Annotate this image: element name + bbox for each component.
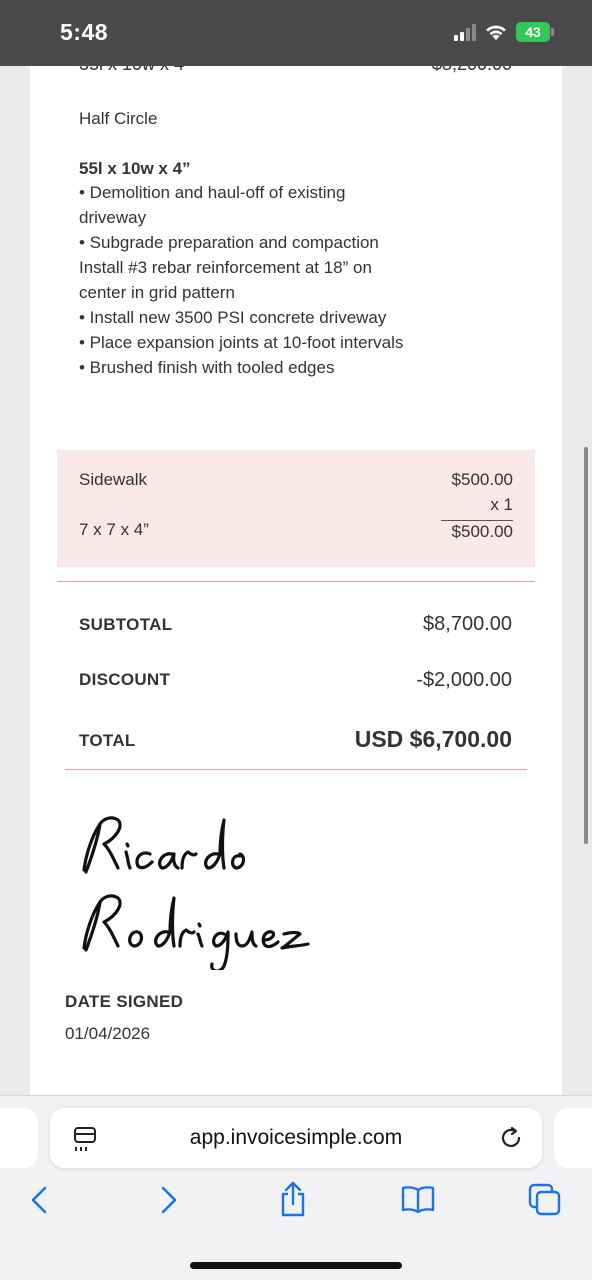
url-text[interactable]: app.invoicesimple.com — [50, 1126, 542, 1150]
back-icon[interactable] — [28, 1184, 52, 1216]
sidewalk-label: Sidewalk — [79, 470, 148, 489]
browser-toolbar — [0, 1181, 592, 1224]
total-value: USD $6,700.00 — [354, 726, 512, 752]
bookmarks-icon[interactable] — [400, 1184, 436, 1214]
home-indicator[interactable] — [190, 1262, 402, 1269]
items-divider — [57, 581, 535, 582]
browser-bottom-bar: app.invoicesimple.com — [0, 1095, 592, 1280]
next-tab-preview[interactable] — [554, 1108, 592, 1168]
wifi-icon — [486, 25, 506, 40]
total-label: TOTAL — [79, 731, 136, 750]
sidewalk-rate: $500.00 — [451, 470, 513, 489]
tabs-icon[interactable] — [527, 1182, 563, 1218]
sidewalk-quantity: x 1 — [490, 495, 513, 514]
discount-label: DISCOUNT — [79, 670, 171, 689]
status-time: 5:48 — [60, 19, 109, 45]
previous-tab-preview[interactable] — [0, 1108, 38, 1168]
forward-icon[interactable] — [156, 1184, 180, 1216]
total-divider — [65, 769, 527, 770]
subtotal-label: SUBTOTAL — [79, 615, 173, 634]
signature — [82, 816, 310, 970]
sidewalk-amount-rule — [441, 520, 513, 521]
status-icons: 43 — [454, 22, 554, 42]
address-bar[interactable]: app.invoicesimple.com — [50, 1108, 542, 1168]
item-dimensions: 55l x 10w x 4” — [79, 159, 191, 178]
sidewalk-dimensions: 7 x 7 x 4” — [79, 520, 149, 539]
share-icon[interactable] — [278, 1180, 308, 1218]
item-description: • Demolition and haul-off of existing dr… — [79, 183, 404, 377]
battery-level: 43 — [516, 22, 550, 42]
date-signed-label: DATE SIGNED — [65, 992, 184, 1011]
cellular-signal-icon — [454, 23, 476, 41]
sidewalk-amount: $500.00 — [451, 522, 513, 541]
item-title: Half Circle — [79, 109, 158, 128]
sidewalk-line-item: Sidewalk 7 x 7 x 4” $500.00 x 1 $500.00 — [57, 450, 535, 567]
discount-value: -$2,000.00 — [416, 669, 512, 691]
scroll-indicator[interactable] — [584, 447, 588, 844]
invoice-page: 35l x 10w x 4" $8,200.00 Half Circle 55l… — [30, 40, 562, 1095]
date-signed-value: 01/04/2026 — [65, 1024, 151, 1043]
battery-icon: 43 — [516, 22, 554, 42]
reload-icon[interactable] — [498, 1125, 524, 1151]
subtotal-value: $8,700.00 — [423, 613, 512, 635]
status-bar: 5:48 43 — [0, 0, 592, 66]
